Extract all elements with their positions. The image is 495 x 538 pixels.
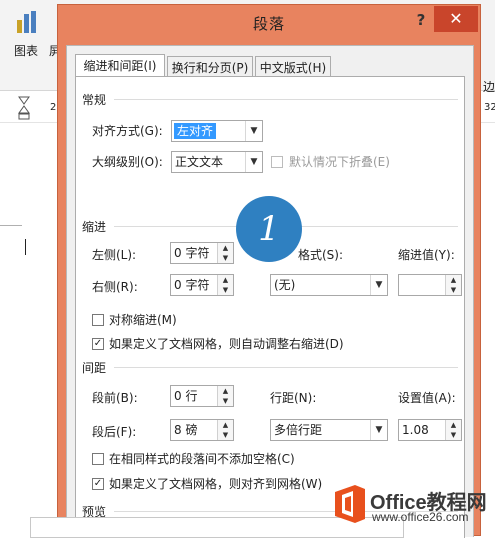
space-after-label: 段后(F): <box>92 425 137 439</box>
close-button[interactable]: ✕ <box>434 6 478 32</box>
paragraph-dialog: 段落 ? ✕ 缩进和间距(I) 换行和分页(P) 中文版式(H) 常规 对齐方式… <box>57 4 481 538</box>
no-space-same-style-checkbox[interactable] <box>92 453 104 465</box>
chart-icon[interactable] <box>16 10 38 34</box>
ribbon-chart-label[interactable]: 图表 <box>14 42 38 59</box>
section-divider <box>114 367 458 368</box>
outline-level-label: 大纲级别(O): <box>92 155 163 169</box>
chevron-down-icon[interactable]: ▼ <box>245 152 262 172</box>
outline-level-value: 正文文本 <box>175 155 224 169</box>
ruler-number-left: 2 <box>50 102 57 113</box>
spacing-at-label: 设置值(A): <box>398 391 456 405</box>
dialog-client-area: 缩进和间距(I) 换行和分页(P) 中文版式(H) 常规 对齐方式(G): 左对… <box>66 45 474 538</box>
indent-marker-icon[interactable] <box>18 96 30 120</box>
tab-asian-typography[interactable]: 中文版式(H) <box>255 56 331 78</box>
space-before-spinner[interactable]: 0 行 ▲ ▼ <box>170 385 234 407</box>
mirror-indents-label: 对称缩进(M) <box>109 313 177 327</box>
space-before-value: 0 行 <box>174 389 198 403</box>
ruler-number-right: 32 <box>484 102 495 113</box>
alignment-value: 左对齐 <box>174 123 217 139</box>
spin-down-icon[interactable]: ▼ <box>445 430 461 440</box>
special-indent-select[interactable]: (无) ▼ <box>270 274 388 296</box>
chevron-down-icon[interactable]: ▼ <box>370 275 387 295</box>
spin-down-icon[interactable]: ▼ <box>217 253 233 263</box>
snap-to-grid-label: 如果定义了文档网格，则对齐到网格(W) <box>109 477 323 491</box>
chevron-down-icon[interactable]: ▼ <box>370 420 387 440</box>
section-spacing: 间距 <box>82 361 107 375</box>
spin-down-icon[interactable]: ▼ <box>445 285 461 295</box>
outline-level-select[interactable]: 正文文本 ▼ <box>171 151 263 173</box>
right-indent-label: 右侧(R): <box>92 280 138 294</box>
left-indent-spinner[interactable]: 0 字符 ▲ ▼ <box>170 242 234 264</box>
space-after-spinner[interactable]: 8 磅 ▲ ▼ <box>170 419 234 441</box>
text-cursor <box>25 239 26 255</box>
help-button[interactable]: ? <box>411 11 431 31</box>
collapse-label: 默认情况下折叠(E) <box>289 155 390 169</box>
section-general: 常规 <box>82 93 107 107</box>
right-indent-spinner[interactable]: 0 字符 ▲ ▼ <box>170 274 234 296</box>
watermark-url: www.office26.com <box>372 510 469 524</box>
tab-panel: 常规 对齐方式(G): 左对齐 ▼ 大纲级别(O): 正文文本 ▼ 默认情况下折… <box>75 76 465 538</box>
mirror-indents-checkbox[interactable] <box>92 314 104 326</box>
tab-line-page-breaks[interactable]: 换行和分页(P) <box>167 56 253 78</box>
line-spacing-value: 多倍行距 <box>274 423 323 437</box>
no-space-same-style-label: 在相同样式的段落间不添加空格(C) <box>109 452 295 466</box>
office-logo-icon <box>333 484 367 524</box>
tab-indents-spacing[interactable]: 缩进和间距(I) <box>75 54 165 78</box>
section-divider <box>114 99 458 100</box>
spin-down-icon[interactable]: ▼ <box>217 430 233 440</box>
auto-adjust-indent-checkbox[interactable]: ✓ <box>92 338 104 350</box>
left-indent-value: 0 字符 <box>174 246 210 260</box>
step-badge: 1 <box>236 196 302 262</box>
indent-by-spinner[interactable]: ▲ ▼ <box>398 274 462 296</box>
spacing-at-value: 1.08 <box>402 423 429 437</box>
space-before-label: 段前(B): <box>92 391 138 405</box>
space-after-value: 8 磅 <box>174 423 198 437</box>
auto-adjust-indent-label: 如果定义了文档网格，则自动调整右缩进(D) <box>109 337 344 351</box>
left-indent-label: 左侧(L): <box>92 248 137 262</box>
spin-down-icon[interactable]: ▼ <box>217 396 233 406</box>
collapse-checkbox[interactable] <box>271 156 283 168</box>
snap-to-grid-checkbox[interactable]: ✓ <box>92 478 104 490</box>
special-indent-value: (无) <box>274 278 296 292</box>
alignment-select[interactable]: 左对齐 ▼ <box>171 120 263 142</box>
line-spacing-select[interactable]: 多倍行距 ▼ <box>270 419 388 441</box>
spin-down-icon[interactable]: ▼ <box>217 285 233 295</box>
alignment-label: 对齐方式(G): <box>92 124 163 138</box>
special-indent-label: 格式(S): <box>298 248 344 262</box>
indent-by-label: 缩进值(Y): <box>398 248 455 262</box>
line-spacing-label: 行距(N): <box>270 391 317 405</box>
right-indent-value: 0 字符 <box>174 278 210 292</box>
chevron-down-icon[interactable]: ▼ <box>245 121 262 141</box>
page-corner-mark <box>0 225 22 226</box>
spacing-at-spinner[interactable]: 1.08 ▲ ▼ <box>398 419 462 441</box>
section-indentation: 缩进 <box>82 220 107 234</box>
